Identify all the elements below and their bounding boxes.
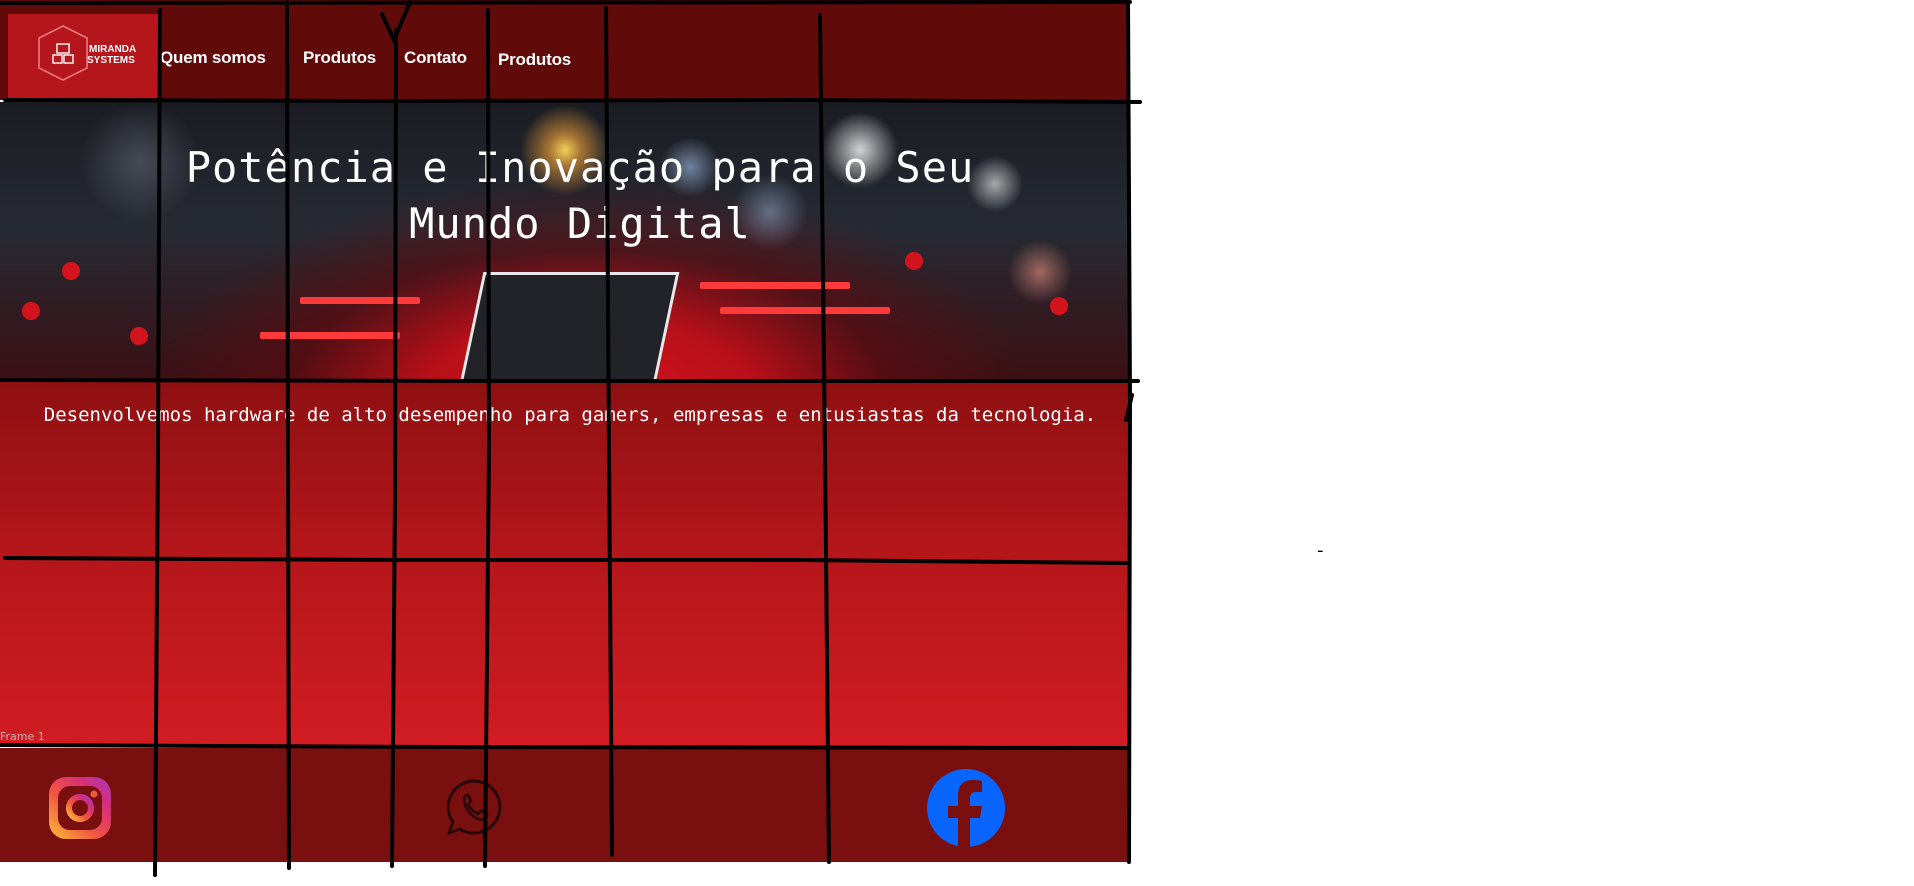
nav-item-contato[interactable]: Contato — [404, 48, 467, 68]
company-description: Desenvolvemos hardware de alto desempenh… — [43, 404, 1097, 426]
instagram-icon[interactable] — [46, 774, 114, 842]
brand-logo[interactable]: MIRANDA SYSTEMS — [8, 14, 158, 98]
hero-title: Potência e Inovação para o Seu Mundo Dig… — [185, 143, 975, 248]
circuit-component — [62, 262, 80, 280]
frame-label: Frame 1 — [0, 730, 45, 743]
whatsapp-icon[interactable] — [443, 776, 505, 838]
nav-item-produtos-2[interactable]: Produtos — [498, 50, 571, 70]
logo-text-line1: MIRANDA — [89, 44, 136, 55]
stray-dash-mark: - — [1317, 540, 1324, 561]
page-frame: MIRANDA SYSTEMS Quem somos Produtos Cont… — [0, 0, 1130, 862]
site-header: MIRANDA SYSTEMS Quem somos Produtos Cont… — [0, 0, 1130, 100]
site-footer — [0, 748, 1130, 862]
facebook-icon[interactable] — [926, 768, 1006, 848]
circuit-component — [22, 302, 40, 320]
circuit-component — [1050, 297, 1068, 315]
circuit-component — [905, 252, 923, 270]
hero-banner: Potência e Inovação para o Seu Mundo Dig… — [0, 102, 1130, 380]
circuit-trace — [720, 307, 890, 314]
circuit-trace — [300, 297, 420, 304]
content-section: Desenvolvemos hardware de alto desempenh… — [0, 382, 1130, 747]
logo-text-line2: SYSTEMS — [87, 55, 135, 66]
circuit-chip-image — [456, 272, 680, 380]
nav-item-produtos[interactable]: Produtos — [303, 48, 376, 68]
hexagon-logo-icon: MIRANDA SYSTEMS — [38, 25, 136, 81]
circuit-trace — [260, 332, 400, 339]
nav-item-quem-somos[interactable]: Quem somos — [160, 48, 266, 68]
circuit-trace — [700, 282, 850, 289]
circuit-component — [130, 327, 148, 345]
